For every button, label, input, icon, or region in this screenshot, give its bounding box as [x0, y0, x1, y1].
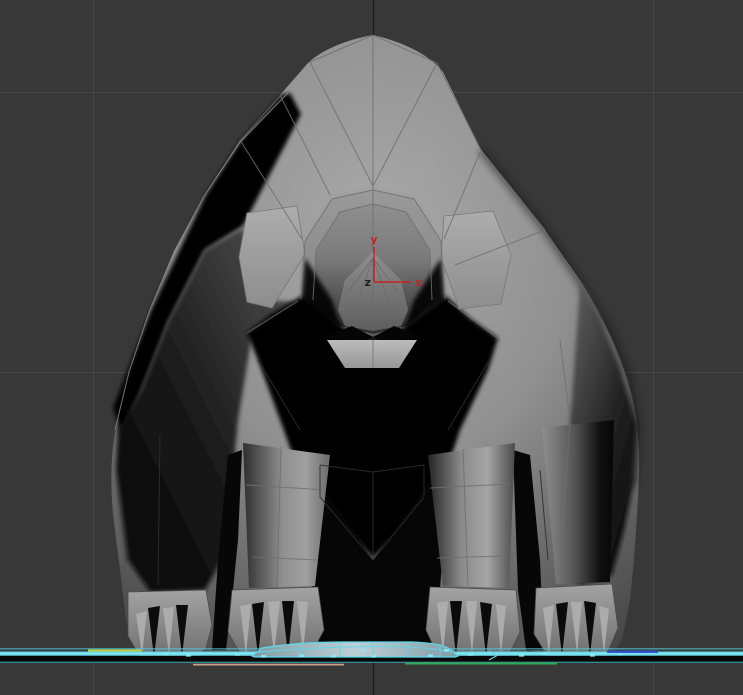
panda-front-left-leg[interactable]	[243, 443, 330, 588]
panda-front-right-leg[interactable]	[428, 443, 515, 588]
axis-x-label: x	[415, 276, 422, 289]
axis-y-label: y	[370, 233, 377, 246]
3d-viewport[interactable]: y x z	[0, 0, 743, 695]
axis-z-label: z	[365, 276, 371, 289]
ground-line-dim	[0, 661, 743, 663]
